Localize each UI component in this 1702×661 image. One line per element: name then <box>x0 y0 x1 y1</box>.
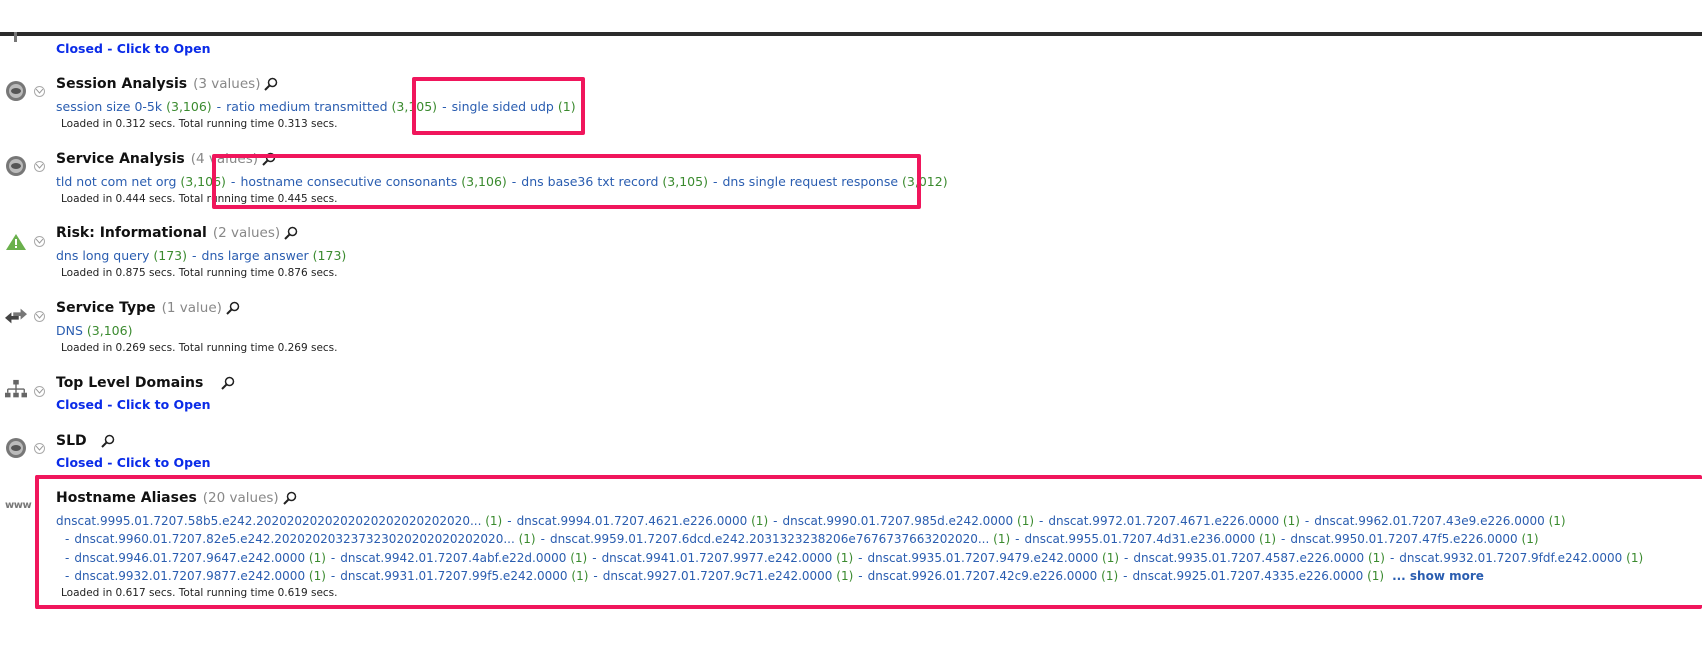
search-icon[interactable] <box>284 226 298 240</box>
www-icon: www <box>5 500 32 511</box>
title-text: Risk: Informational <box>56 225 207 241</box>
chevron-down-icon[interactable] <box>34 161 45 172</box>
value-link[interactable]: DNS (3,106) <box>56 323 132 338</box>
value-link[interactable]: dns long query (173) <box>56 248 187 263</box>
closed-link[interactable]: Closed - Click to Open <box>56 397 211 412</box>
value-link[interactable]: tld not com net org (3,106) <box>56 174 226 189</box>
group-title: SLD <box>56 433 115 449</box>
group-title: Top Level Domains <box>56 375 235 391</box>
title-text: Service Type <box>56 300 156 316</box>
title-text: Session Analysis <box>56 76 188 92</box>
session-analysis-icon <box>6 81 26 101</box>
highlight-box <box>212 154 921 209</box>
chevron-down-icon[interactable] <box>34 86 45 97</box>
highlight-box <box>35 475 1702 609</box>
arrows-exchange-icon <box>5 308 27 324</box>
loaded-status: Loaded in 0.269 secs. Total running time… <box>61 342 338 354</box>
loaded-status: Loaded in 0.875 secs. Total running time… <box>61 267 338 279</box>
hierarchy-icon <box>5 379 27 398</box>
value-count: (2 values) <box>212 225 281 241</box>
chevron-down-icon[interactable] <box>34 443 45 454</box>
chevron-down-icon[interactable] <box>34 311 45 322</box>
service-analysis-icon <box>6 156 26 176</box>
value-count: (1 value) <box>161 300 222 316</box>
sld-icon <box>6 438 26 458</box>
group-title: Session Analysis (3 values) <box>56 76 278 92</box>
values-row: DNS (3,106) <box>56 323 132 338</box>
title-text: Top Level Domains <box>56 375 204 391</box>
highlight-box <box>412 77 585 135</box>
title-text: SLD <box>56 433 87 449</box>
title-text: Service Analysis <box>56 151 185 167</box>
closed-link[interactable]: Closed - Click to Open <box>56 455 211 470</box>
values-row: dns long query (173) - dns large answer (1… <box>56 248 347 263</box>
value-link[interactable]: dns large answer (173) <box>202 248 347 263</box>
closed-link[interactable]: Closed - Click to Open <box>56 41 211 56</box>
search-icon[interactable] <box>100 434 115 448</box>
loaded-status: Loaded in 0.312 secs. Total running time… <box>61 118 338 130</box>
group-title: Risk: Informational (2 values) <box>56 225 298 241</box>
value-count: (3 values) <box>193 76 261 92</box>
value-link[interactable]: ratio medium transmitted (3,105) <box>226 99 437 114</box>
search-icon[interactable] <box>221 376 235 390</box>
value-link[interactable]: session size 0-5k (3,106) <box>56 99 212 114</box>
warning-icon <box>6 234 26 250</box>
search-icon[interactable] <box>226 301 240 315</box>
top-divider <box>0 32 1702 36</box>
search-icon[interactable] <box>264 77 278 91</box>
group-title: Service Type (1 value) <box>56 300 240 316</box>
network-icon <box>14 32 17 42</box>
chevron-down-icon[interactable] <box>34 386 45 397</box>
chevron-down-icon[interactable] <box>34 236 45 247</box>
